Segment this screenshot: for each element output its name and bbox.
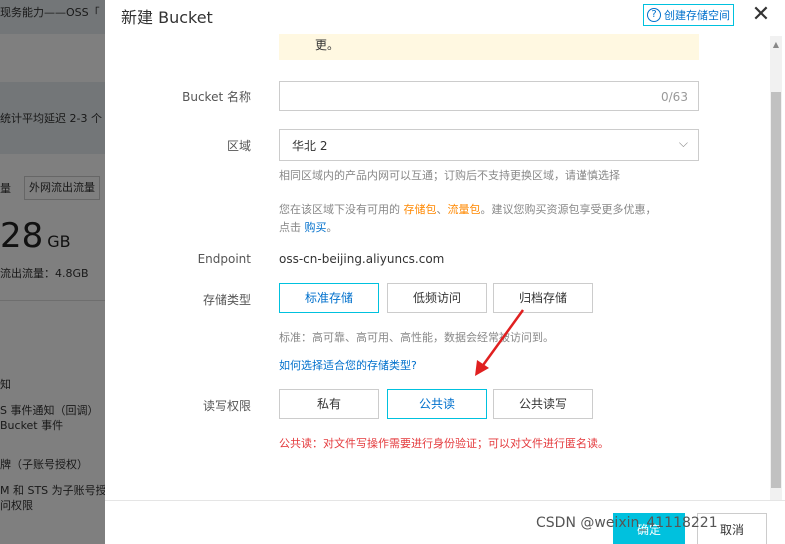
notice-text: 更。 — [315, 38, 340, 52]
buy-link[interactable]: 购买 — [305, 221, 327, 234]
region-select[interactable]: 华北 2 ⌵ — [279, 129, 699, 161]
acl-option-public-read[interactable]: 公共读 — [387, 389, 487, 419]
csdn-watermark: CSDN @weixin_41118221 — [536, 515, 718, 531]
question-icon: ? — [647, 8, 661, 22]
bucket-name-input[interactable] — [279, 81, 699, 111]
region-label: 区域 — [226, 139, 251, 153]
traffic-package-link[interactable]: 流量包 — [448, 203, 481, 216]
resource-help-line1: 您在该区域下没有可用的 存储包、流量包。建议您购买资源包享受更多优惠， — [279, 203, 657, 216]
bucket-name-counter: 0/63 — [661, 90, 688, 104]
storage-type-guide-link[interactable]: 如何选择适合您的存储类型? — [279, 357, 417, 373]
close-button[interactable]: ✕ — [749, 4, 773, 28]
annotation-arrow-icon — [475, 309, 525, 376]
create-storage-link-label: 创建存储空间 — [664, 9, 730, 22]
storage-option-standard[interactable]: 标准存储 — [279, 283, 379, 313]
scrollbar-thumb[interactable] — [771, 92, 781, 488]
create-storage-help-link[interactable]: ? 创建存储空间 — [643, 4, 734, 26]
chevron-down-icon: ⌵ — [678, 136, 688, 150]
resource-help-line2: 点击 购买。 — [279, 221, 338, 234]
drawer-title: 新建 Bucket — [121, 8, 213, 27]
scroll-up-arrow-icon[interactable]: ▲ — [770, 40, 782, 49]
endpoint-label: Endpoint — [197, 252, 251, 266]
region-value: 华北 2 — [292, 139, 328, 153]
acl-option-private[interactable]: 私有 — [279, 389, 379, 419]
acl-label: 读写权限 — [202, 399, 251, 413]
region-help-text: 相同区域内的产品内网可以互通；订购后不支持更换区域，请谨慎选择 — [279, 169, 620, 182]
acl-option-public-read-write[interactable]: 公共读写 — [493, 389, 593, 419]
drawer-header: 新建 Bucket ? 创建存储空间 ✕ — [105, 0, 785, 34]
bucket-name-label: Bucket 名称 — [182, 90, 251, 104]
acl-warning-text: 公共读：对文件写操作需要进行身份验证；可以对文件进行匿名读。 — [279, 437, 609, 450]
notice-banner: 更。 — [279, 34, 699, 60]
storage-type-label: 存储类型 — [202, 293, 251, 307]
endpoint-value: oss-cn-beijing.aliyuncs.com — [279, 252, 445, 266]
storage-package-link[interactable]: 存储包 — [404, 203, 437, 216]
create-bucket-drawer: 新建 Bucket ? 创建存储空间 ✕ ▲ 更。 Bucket 名称 0/63… — [105, 0, 785, 544]
